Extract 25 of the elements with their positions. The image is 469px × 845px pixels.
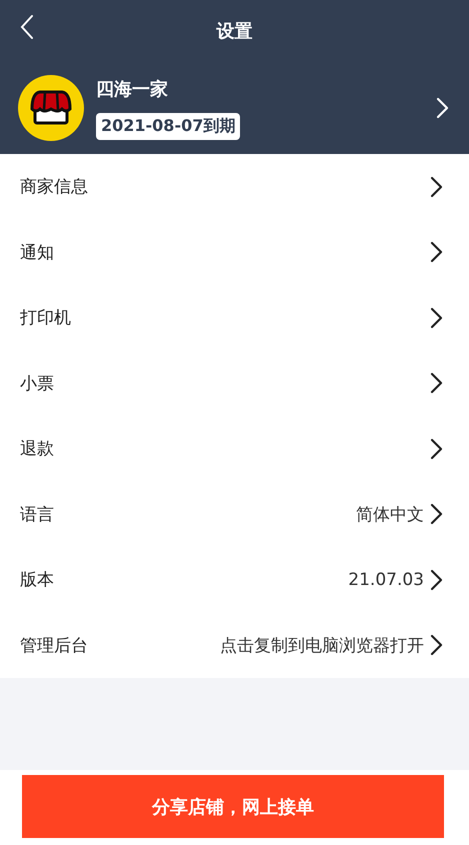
back-icon (20, 14, 34, 40)
chevron-right-icon (430, 176, 443, 198)
page-title: 设置 (216, 20, 252, 43)
chevron-right-icon (430, 634, 443, 656)
expiry-badge: 2021-08-07到期 (96, 112, 240, 140)
chevron-right-icon (430, 568, 443, 591)
row-label: 打印机 (20, 307, 72, 330)
row-label: 通知 (20, 242, 55, 264)
row-value: 点击复制到电脑浏览器打开 (220, 634, 424, 657)
chevron-right-icon (430, 241, 443, 264)
chevron-right-icon (430, 306, 443, 329)
row-value: 简体中文 (356, 504, 424, 526)
chevron-right-icon (430, 438, 443, 460)
row-label: 商家信息 (20, 176, 89, 198)
row-value: 21.07.03 (348, 570, 424, 590)
row-label: 小票 (20, 372, 55, 395)
row-label: 语言 (20, 504, 55, 526)
row-label: 版本 (20, 569, 55, 592)
row-label: 退款 (20, 438, 55, 460)
chevron-right-icon (436, 97, 449, 119)
chevron-right-icon (430, 372, 443, 394)
row-label: 管理后台 (20, 634, 89, 657)
chevron-right-icon (430, 503, 443, 526)
store-name: 四海一家 (96, 78, 169, 100)
store-avatar-icon (18, 75, 84, 141)
